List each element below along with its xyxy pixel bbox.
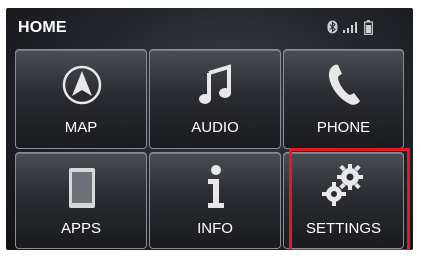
music-note-icon — [199, 64, 231, 104]
map-tile[interactable]: MAP — [15, 49, 147, 149]
home-title: HOME — [18, 19, 67, 36]
map-label: MAP — [64, 119, 98, 136]
phone-handset-icon — [328, 64, 360, 105]
signal-strength-icon — [343, 22, 357, 33]
selected-tile-highlight — [289, 148, 410, 250]
apps-label: APPS — [60, 220, 102, 237]
info-icon — [208, 165, 224, 208]
audio-tile[interactable]: AUDIO — [149, 49, 281, 149]
bluetooth-icon — [327, 20, 338, 34]
status-bar: HOME — [6, 8, 413, 44]
phone-label: PHONE — [316, 119, 371, 136]
battery-icon — [364, 19, 373, 35]
apps-tile[interactable]: APPS — [15, 152, 147, 249]
phone-tile[interactable]: PHONE — [283, 49, 404, 149]
home-screen: HOME MAP AUDIO PHONE APPS INFO SETTINGS — [6, 8, 413, 250]
info-tile[interactable]: INFO — [149, 152, 281, 249]
tablet-icon — [69, 168, 95, 208]
audio-label: AUDIO — [191, 119, 239, 136]
navigation-arrow-icon — [62, 65, 102, 105]
status-icons — [327, 19, 373, 35]
info-label: INFO — [197, 220, 233, 237]
